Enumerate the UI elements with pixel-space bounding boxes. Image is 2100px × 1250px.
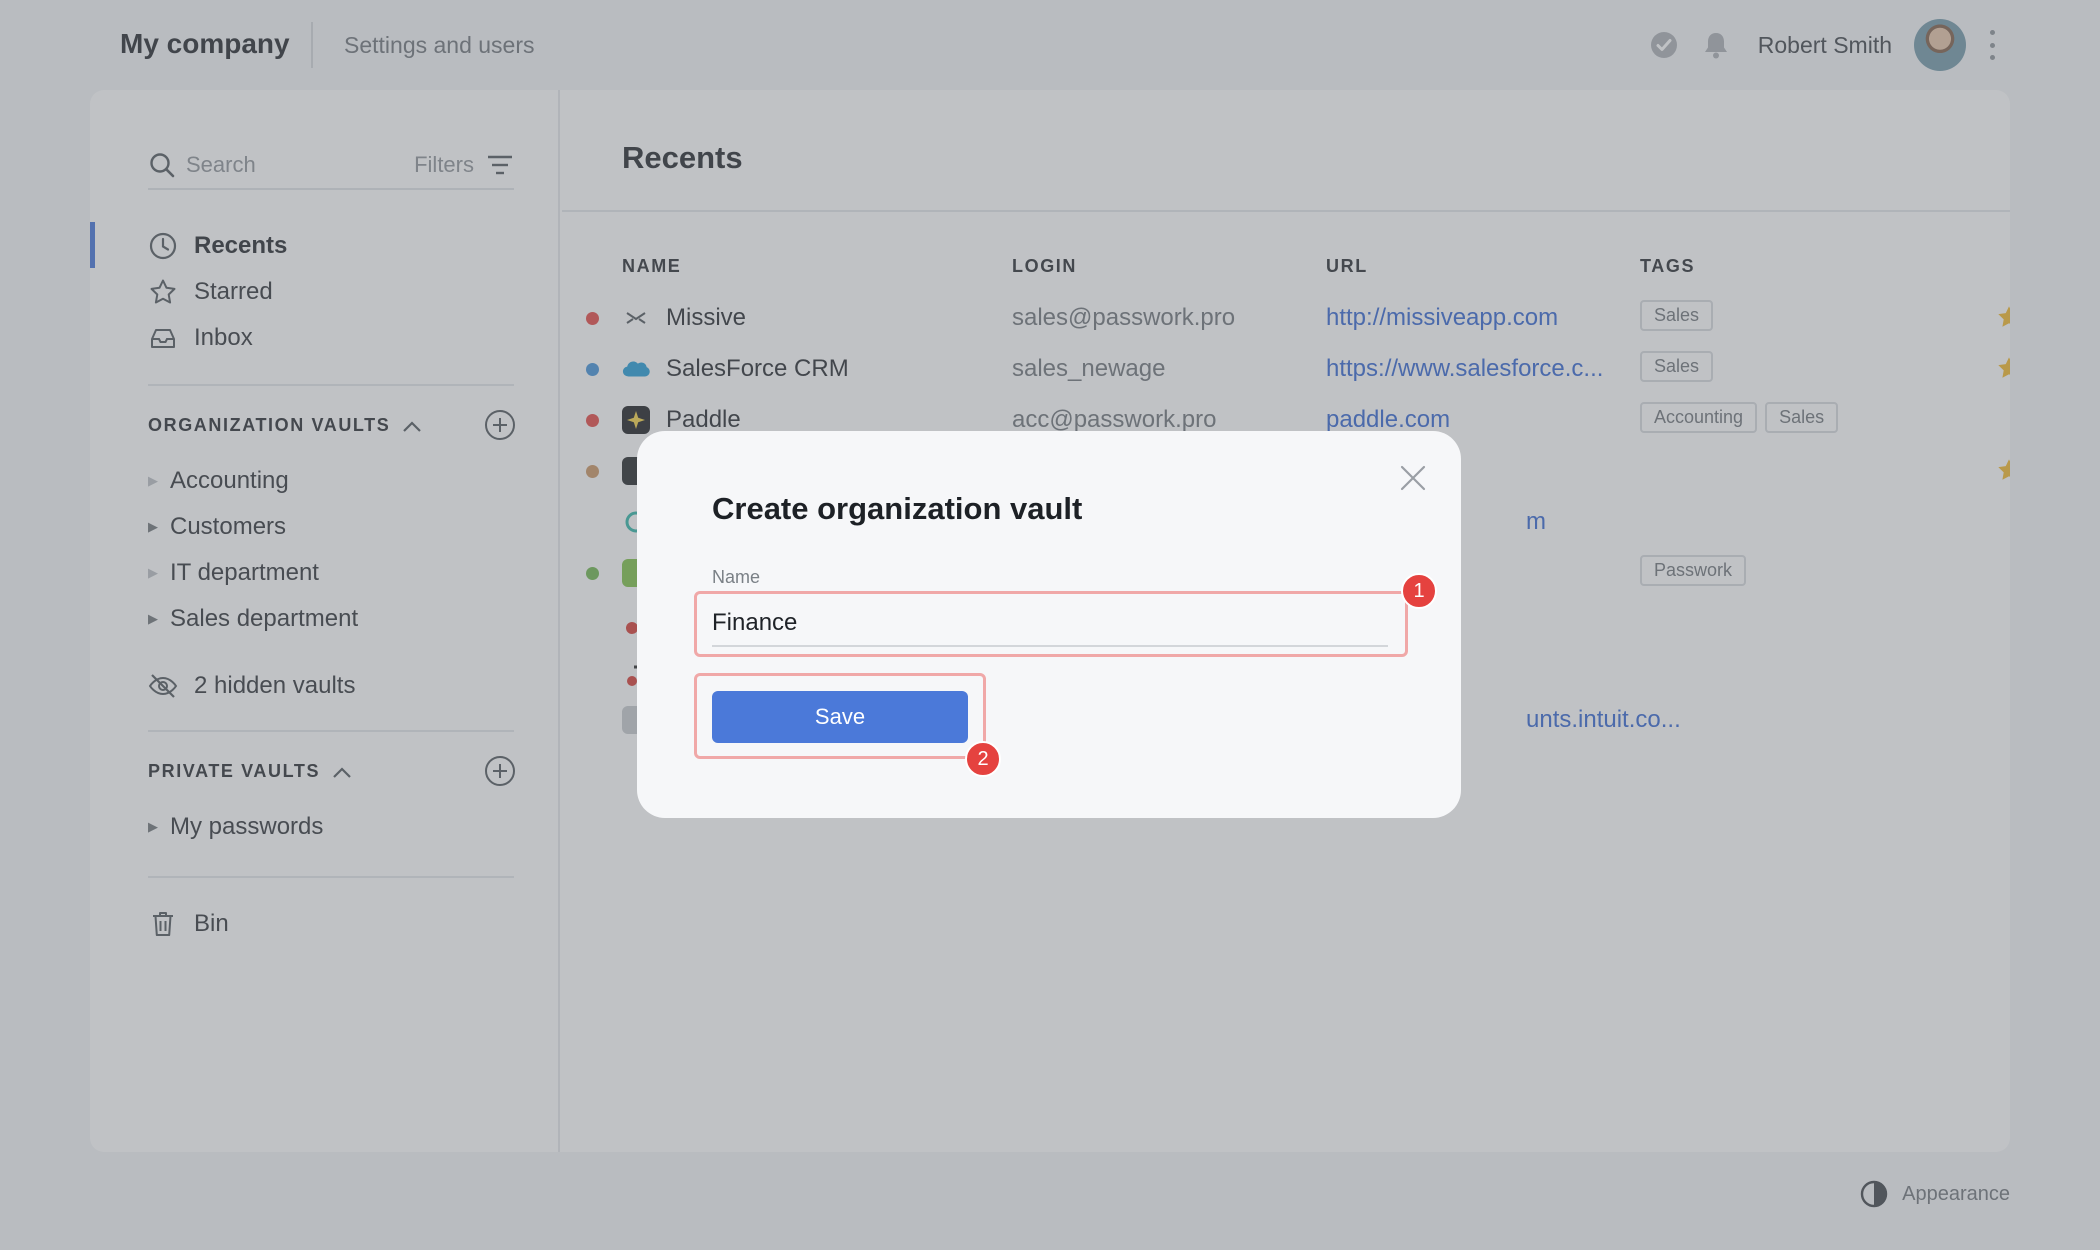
- close-icon[interactable]: [1398, 463, 1428, 493]
- step-marker-1: 1: [1401, 573, 1437, 609]
- dialog-title: Create organization vault: [712, 491, 1083, 526]
- step-marker-2: 2: [965, 741, 1001, 777]
- vault-name-input[interactable]: [712, 601, 1388, 647]
- save-button[interactable]: Save: [712, 691, 968, 743]
- name-field-label: Name: [712, 567, 761, 587]
- create-vault-dialog: Create organization vault Name 1 Save 2: [637, 431, 1461, 818]
